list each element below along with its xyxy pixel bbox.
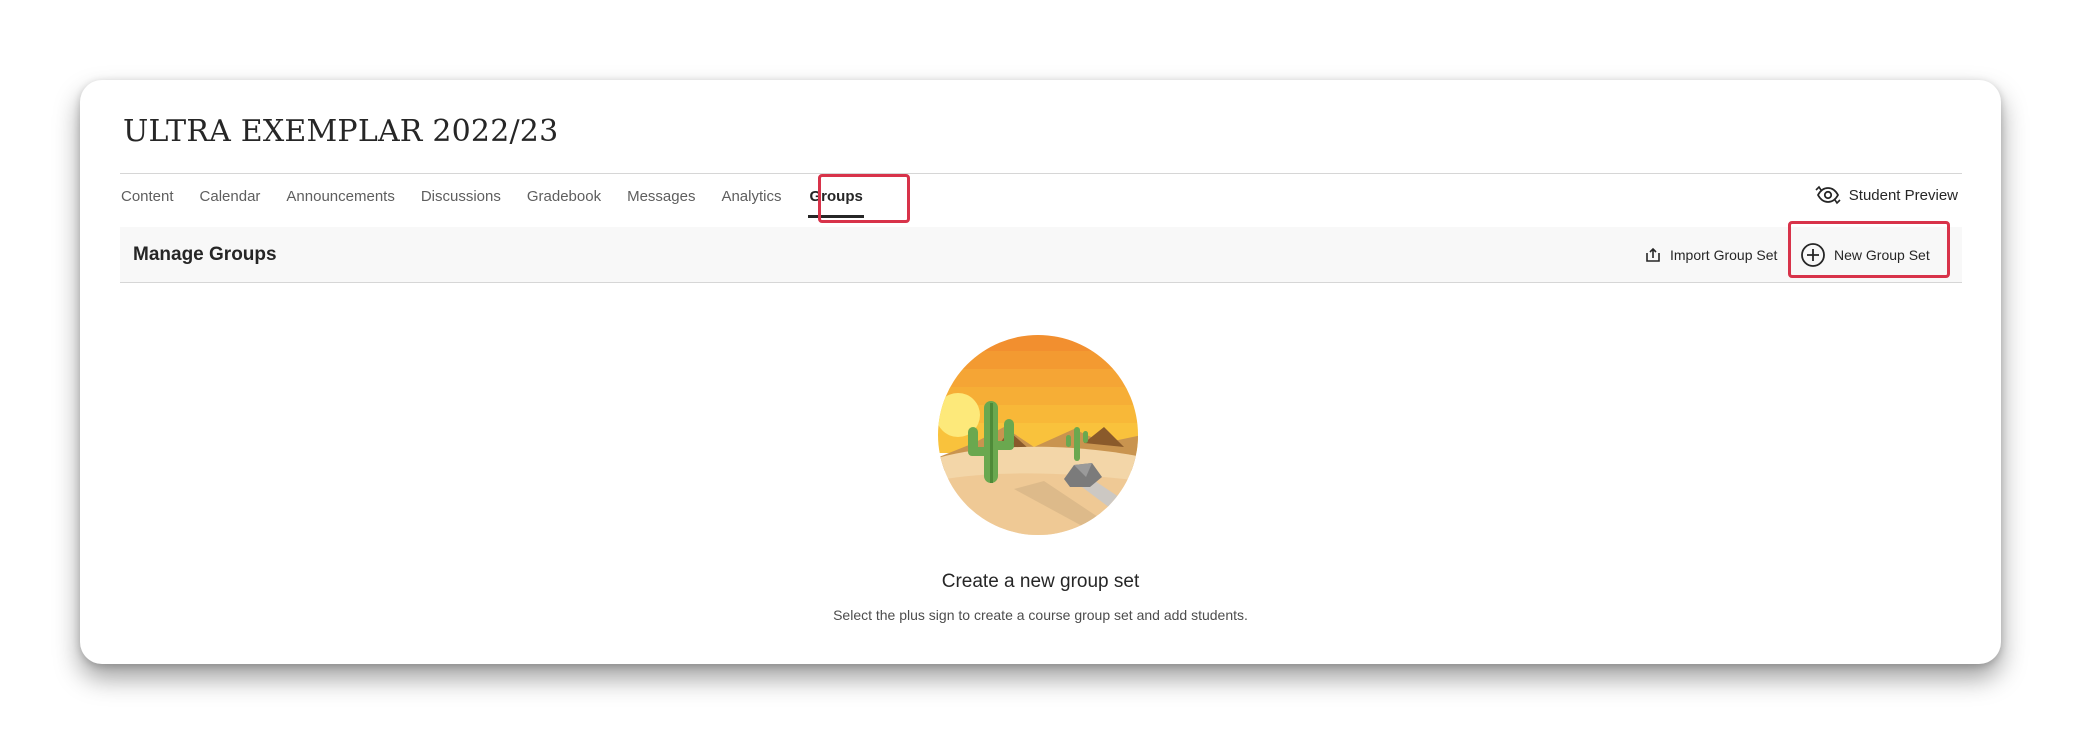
- manage-groups-bar: Manage Groups Import Group Set New Group…: [120, 221, 1962, 283]
- empty-state-title: Create a new group set: [941, 571, 1140, 592]
- tab-analytics[interactable]: Analytics: [720, 174, 782, 220]
- new-group-set-button[interactable]: New Group Set: [1800, 227, 1930, 282]
- tab-content[interactable]: Content: [120, 174, 175, 220]
- student-preview-label: Student Preview: [1848, 186, 1958, 204]
- tab-calendar[interactable]: Calendar: [199, 174, 262, 220]
- course-nav: Content Calendar Announcements Discussio…: [120, 173, 1962, 223]
- tab-gradebook[interactable]: Gradebook: [526, 174, 602, 220]
- course-card: ULTRA EXEMPLAR 2022/23 Content Calendar …: [80, 80, 2001, 664]
- import-group-set-label: Import Group Set: [1670, 246, 1778, 263]
- eye-refresh-icon: [1815, 185, 1841, 205]
- tab-messages[interactable]: Messages: [626, 174, 696, 220]
- student-preview-button[interactable]: Student Preview: [1815, 184, 1958, 206]
- tab-list: Content Calendar Announcements Discussio…: [120, 174, 888, 220]
- import-group-set-button[interactable]: Import Group Set: [1645, 227, 1777, 282]
- empty-state-subtitle: Select the plus sign to create a course …: [833, 607, 1248, 623]
- tab-announcements[interactable]: Announcements: [285, 174, 395, 220]
- course-title: ULTRA EXEMPLAR 2022/23: [123, 114, 559, 149]
- tab-groups[interactable]: Groups: [808, 174, 865, 220]
- manage-groups-title: Manage Groups: [133, 244, 277, 265]
- upload-icon: [1646, 247, 1660, 262]
- new-group-set-label: New Group Set: [1834, 246, 1930, 263]
- desert-cactus-icon: [938, 335, 1138, 535]
- tab-discussions[interactable]: Discussions: [420, 174, 502, 220]
- plus-circle-icon: [1801, 242, 1825, 267]
